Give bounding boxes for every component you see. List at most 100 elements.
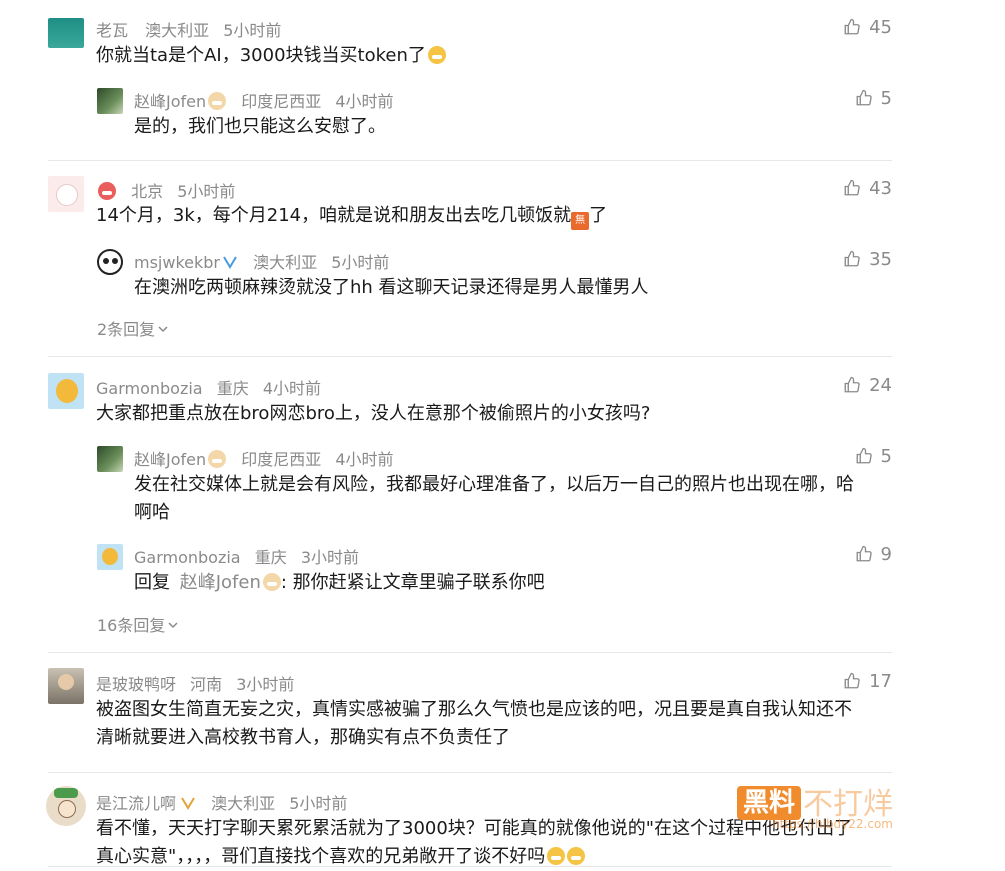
like-button[interactable]: 5 <box>855 446 892 467</box>
avatar[interactable] <box>48 176 84 212</box>
avatar[interactable] <box>97 446 123 472</box>
like-button[interactable]: 17 <box>843 671 892 692</box>
comment-text: 14个月，3k，每个月214，咱就是说和朋友出去吃几顿饭就無了 <box>96 202 607 230</box>
username[interactable]: Garmonbozia <box>134 548 241 567</box>
watermark: 黑料 不打烊 https://hlbdy22.com <box>736 779 893 831</box>
like-button[interactable]: 43 <box>843 178 892 199</box>
avatar[interactable] <box>46 786 86 826</box>
location: 河南 <box>190 675 223 694</box>
reply-text-line: 发在社交媒体上就是会有风险，我都最好心理准备了，以后万一自己的照片也出现在哪，哈 <box>134 474 854 495</box>
reply-text: 是的，我们也只能这么安慰了。 <box>134 116 386 137</box>
reply-meta: msjwkekbr 澳大利亚 5小时前 <box>134 249 398 273</box>
verified-badge-icon <box>223 256 237 269</box>
like-count: 43 <box>869 178 892 199</box>
view-more-replies[interactable]: 2条回复 <box>97 316 169 340</box>
comment-meta: Garmonbozia 重庆 4小时前 <box>96 375 330 399</box>
thumbs-up-icon <box>856 447 872 464</box>
like-count: 5 <box>880 446 892 467</box>
timestamp: 5小时前 <box>223 21 282 40</box>
comment-meta: 是玻玻鸭呀 河南 3小时前 <box>96 671 303 695</box>
thumbs-up-icon <box>844 18 860 35</box>
reply-meta: 赵峰Jofen 印度尼西亚 4小时前 <box>134 88 403 112</box>
divider <box>48 160 892 161</box>
location: 重庆 <box>254 548 287 567</box>
location: 重庆 <box>216 379 249 398</box>
like-button[interactable]: 5 <box>855 88 892 109</box>
timestamp: 3小时前 <box>236 675 295 694</box>
avatar[interactable] <box>48 668 84 704</box>
reply-to-user[interactable]: 赵峰Jofen <box>180 572 261 593</box>
like-button[interactable]: 24 <box>843 375 892 396</box>
chevron-down-icon <box>168 622 178 629</box>
watermark-badge: 黑料 <box>736 786 801 820</box>
like-button[interactable]: 35 <box>843 249 892 270</box>
strawberry-icon <box>98 182 116 200</box>
reply-text: 回复 赵峰Jofen: 那你赶紧让文章里骗子联系你吧 <box>134 572 545 593</box>
verified-badge-icon <box>181 797 195 810</box>
thumbs-up-icon <box>856 545 872 562</box>
divider <box>48 866 892 867</box>
view-more-replies[interactable]: 16条回复 <box>97 612 179 636</box>
username[interactable]: 是玻玻鸭呀 <box>96 675 176 694</box>
username[interactable]: 老瓦 <box>96 21 128 40</box>
avatar[interactable] <box>97 249 123 275</box>
avatar[interactable] <box>97 544 123 570</box>
timestamp: 4小时前 <box>335 92 394 111</box>
laugh-cry-emoji-icon <box>547 847 566 865</box>
divider <box>48 772 892 773</box>
watermark-url: https://hlbdy22.com <box>771 817 893 831</box>
thumbs-up-icon <box>844 250 860 267</box>
reply-prefix: 回复 <box>134 572 170 593</box>
laugh-cry-emoji-icon <box>567 847 586 865</box>
timestamp: 4小时前 <box>335 450 394 469</box>
username[interactable]: 赵峰Jofen <box>134 92 206 111</box>
like-button[interactable]: 9 <box>855 544 892 565</box>
comment-meta: 是江流儿啊 澳大利亚 5小时前 <box>96 790 356 814</box>
divider <box>48 356 892 357</box>
face-emoji-icon <box>262 573 281 591</box>
timestamp: 5小时前 <box>177 182 236 201</box>
thumbs-up-icon <box>844 376 860 393</box>
location: 澳大利亚 <box>145 21 210 40</box>
location: 印度尼西亚 <box>241 450 322 469</box>
location: 印度尼西亚 <box>241 92 322 111</box>
timestamp: 4小时前 <box>262 379 321 398</box>
reply-meta: 赵峰Jofen 印度尼西亚 4小时前 <box>134 446 403 470</box>
divider <box>48 652 892 653</box>
comment-text: 你就当ta是个AI，3000块钱当买token了 <box>96 42 446 70</box>
location: 澳大利亚 <box>253 253 318 272</box>
timestamp: 5小时前 <box>331 253 390 272</box>
username[interactable]: 北京 <box>131 182 163 201</box>
face-emoji-icon <box>208 450 227 468</box>
chevron-down-icon <box>158 326 168 333</box>
reply-meta: Garmonbozia 重庆 3小时前 <box>134 544 368 568</box>
thumbs-up-icon <box>856 89 872 106</box>
like-count: 35 <box>869 249 892 270</box>
like-count: 5 <box>880 88 892 109</box>
comment-meta: 北京 5小时前 <box>96 178 244 202</box>
thumbs-up-icon <box>844 179 860 196</box>
grin-emoji-icon <box>427 46 446 64</box>
face-emoji-icon <box>208 92 227 110</box>
comment-meta: 老瓦 澳大利亚 5小时前 <box>96 17 290 41</box>
like-count: 9 <box>880 544 892 565</box>
like-count: 24 <box>869 375 892 396</box>
free-chip-icon: 無 <box>571 212 590 230</box>
avatar[interactable] <box>97 88 123 114</box>
comment-text: 大家都把重点放在bro网恋bro上，没人在意那个被偷照片的小女孩吗? <box>96 403 651 424</box>
comment-text-line: 被盗图女生简直无妄之灾，真情实感被骗了那么久气愤也是应该的吧，况且要是真自我认知… <box>96 699 852 720</box>
username[interactable]: msjwkekbr <box>134 253 220 272</box>
like-button[interactable]: 45 <box>843 17 892 38</box>
thumbs-up-icon <box>844 672 860 689</box>
username[interactable]: Garmonbozia <box>96 379 203 398</box>
username[interactable]: 是江流儿啊 <box>96 794 176 813</box>
reply-text-line: 啊哈 <box>134 502 170 523</box>
like-count: 17 <box>869 671 892 692</box>
avatar[interactable] <box>48 373 84 409</box>
comment-text-line: 清晰就要进入高校教书育人，那确实有点不负责任了 <box>96 727 510 748</box>
reply-text: 在澳洲吃两顿麻辣烫就没了hh 看这聊天记录还得是男人最懂男人 <box>134 277 649 298</box>
username[interactable]: 赵峰Jofen <box>134 450 206 469</box>
timestamp: 3小时前 <box>300 548 359 567</box>
like-count: 45 <box>869 17 892 38</box>
avatar[interactable] <box>48 18 84 48</box>
